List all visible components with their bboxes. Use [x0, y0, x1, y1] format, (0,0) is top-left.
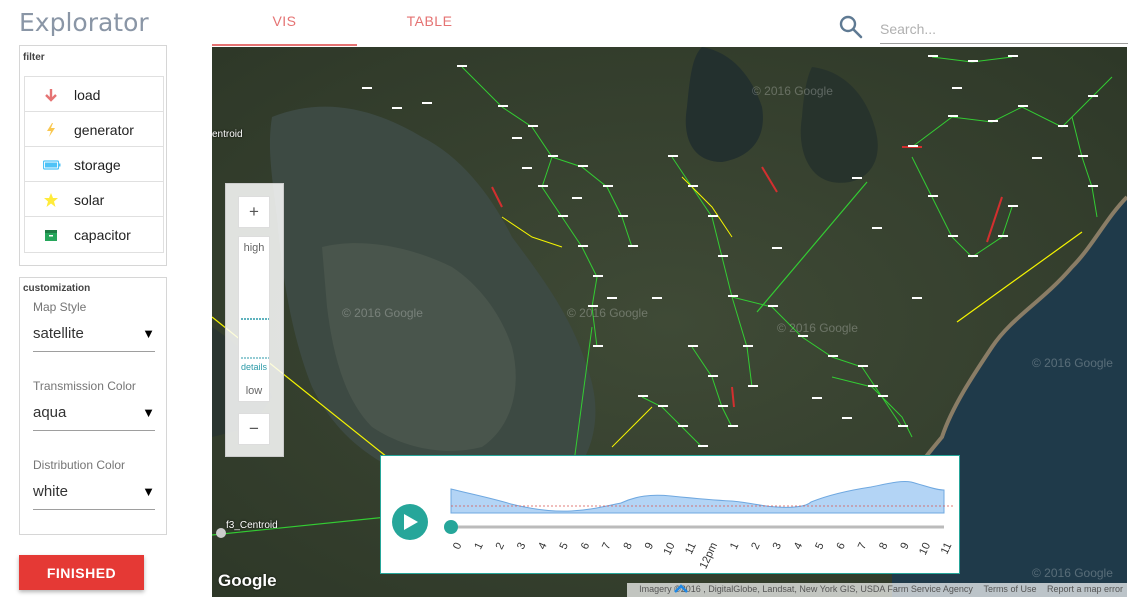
filter-list: load generator storage solar capacitor — [24, 76, 164, 253]
hour-tick-label: 5 — [813, 541, 826, 552]
filter-item-storage[interactable]: storage — [25, 147, 163, 182]
map-style-select[interactable]: satellite ▼ — [33, 318, 155, 352]
report-error-link[interactable]: Report a map error — [1047, 584, 1123, 594]
filter-title: filter — [23, 52, 45, 63]
centroid-label: entroid — [212, 129, 243, 140]
map-watermark: © 2016 Google — [567, 306, 648, 320]
centroid-marker[interactable] — [216, 528, 226, 538]
hour-tick-label: 9 — [643, 541, 656, 552]
map-watermark: © 2016 Google — [752, 84, 833, 98]
view-tabs: VIS TABLE — [212, 0, 502, 46]
timeline-chart[interactable]: 0 1 2 3 4 5 6 7 8 9 10 1112pm 1 2 3 4 5 6 7 8 9 10 11 — [381, 456, 959, 573]
dropdown-caret-icon: ▼ — [142, 326, 155, 341]
hour-tick-label: 7 — [600, 541, 613, 552]
filter-panel: filter load generator storage solar capa… — [19, 45, 167, 266]
map-style-value: satellite — [33, 325, 84, 342]
zoom-high-label: high — [243, 242, 265, 254]
customization-panel: customization Map Style satellite ▼ Tran… — [19, 277, 167, 535]
hour-tick-labels: 0 1 2 3 4 5 6 7 8 9 10 1112pm 1 2 3 4 5 6 7 8 9 10 11 — [451, 541, 954, 571]
zoom-scale[interactable]: high details low — [238, 236, 270, 402]
map-watermark: © 2016 Google — [1032, 566, 1113, 580]
distribution-color-label: Distribution Color — [33, 458, 126, 472]
battery-icon — [43, 160, 61, 170]
transmission-color-label: Transmission Color — [33, 379, 136, 393]
capacitor-icon — [45, 230, 57, 241]
app-title: Explorator — [19, 8, 149, 37]
dropdown-caret-icon: ▼ — [142, 405, 155, 420]
hour-tick-label: 11 — [939, 541, 955, 556]
hour-tick-label: 6 — [834, 541, 847, 552]
google-logo: Google — [218, 571, 277, 590]
transmission-color-value: aqua — [33, 404, 67, 421]
hour-tick-label: 11 — [683, 541, 699, 556]
hour-tick-label: 2 — [494, 541, 507, 552]
hour-tick-label: 0 — [451, 541, 464, 552]
dropdown-caret-icon: ▼ — [142, 484, 155, 499]
map-watermark: © 2016 Google — [777, 321, 858, 335]
filter-item-label: storage — [74, 157, 121, 173]
time-slider-thumb[interactable] — [444, 520, 458, 534]
zoom-details-label: details — [240, 362, 267, 372]
filter-item-capacitor[interactable]: capacitor — [25, 217, 163, 252]
hour-tick-label: 8 — [877, 541, 890, 552]
load-curve-area — [450, 481, 945, 514]
centroid-label: f3_Centroid — [226, 520, 278, 531]
hour-tick-label: 5 — [558, 541, 571, 552]
hour-tick-label: 1 — [472, 541, 485, 552]
distribution-color-select[interactable]: white ▼ — [33, 476, 155, 510]
star-icon — [44, 193, 58, 207]
map-style-label: Map Style — [33, 300, 87, 314]
hour-tick-label: 3 — [771, 541, 784, 552]
filter-item-label: generator — [74, 122, 134, 138]
finished-button[interactable]: FINISHED — [19, 555, 144, 590]
map-attribution: Imagery ©2016 , DigitalGlobe, Landsat, N… — [627, 583, 1127, 597]
hour-tick-label: 4 — [536, 541, 549, 552]
transmission-color-select[interactable]: aqua ▼ — [33, 397, 155, 431]
hour-tick-label: 10 — [661, 541, 677, 557]
zoom-out-button[interactable]: − — [238, 413, 270, 445]
hour-tick-label: 4 — [792, 541, 805, 552]
zoom-level-indicator — [241, 318, 269, 359]
zoom-control: + high details low − — [225, 183, 284, 457]
hour-tick-label: 9 — [898, 541, 911, 552]
tab-table[interactable]: TABLE — [357, 0, 502, 46]
hour-tick-label: 6 — [579, 541, 592, 552]
distribution-color-value: white — [33, 483, 69, 500]
filter-item-label: capacitor — [74, 227, 131, 243]
zoom-in-button[interactable]: + — [238, 196, 270, 228]
hour-tick-label: 3 — [515, 541, 528, 552]
hour-tick-label: 10 — [917, 541, 933, 557]
filter-item-label: solar — [74, 192, 105, 208]
filter-item-label: load — [74, 87, 101, 103]
timeline-panel: 0 1 2 3 4 5 6 7 8 9 10 11 12pm 1 2 3 4 5 6 7 8 9 10 11 — [380, 455, 960, 574]
filter-item-solar[interactable]: solar — [25, 182, 163, 217]
search-icon[interactable] — [838, 14, 864, 40]
hour-tick-label: 1 — [728, 541, 741, 552]
map-watermark: © 2016 Google — [342, 306, 423, 320]
filter-item-generator[interactable]: generator — [25, 112, 163, 147]
hour-tick-label: 2 — [749, 541, 762, 552]
map-watermark: © 2016 Google — [1032, 356, 1113, 370]
terms-link[interactable]: Terms of Use — [983, 584, 1036, 594]
app-root: Explorator VIS TABLE filter load generat… — [0, 0, 1140, 597]
arrow-down-icon — [45, 89, 57, 102]
filter-item-load[interactable]: load — [25, 77, 163, 112]
chevron-up-icon[interactable] — [672, 583, 690, 595]
hour-tick-label: 8 — [621, 541, 634, 552]
zoom-low-label: low — [245, 385, 263, 397]
hour-tick-label: 7 — [856, 541, 869, 552]
hour-tick-label: 12pm — [698, 541, 721, 571]
tab-vis[interactable]: VIS — [212, 0, 357, 46]
lightning-icon — [47, 123, 55, 137]
search-input[interactable] — [880, 14, 1128, 44]
